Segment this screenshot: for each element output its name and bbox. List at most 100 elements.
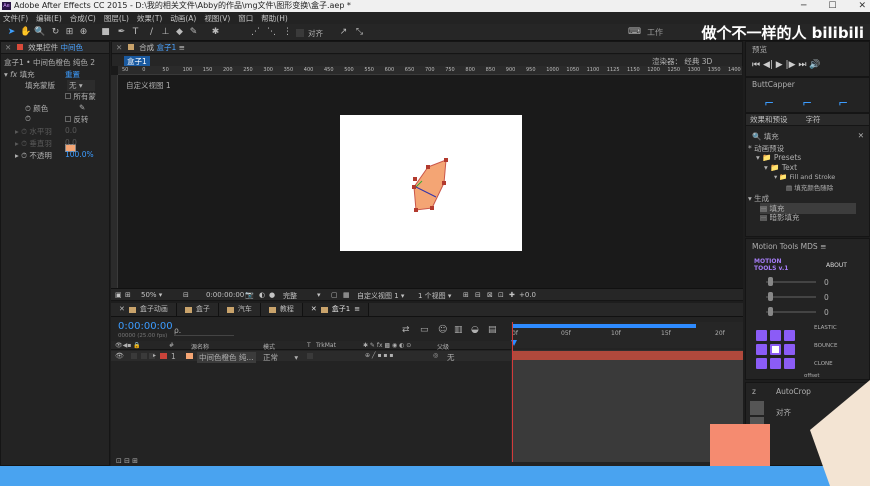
vertex-handle[interactable]: [414, 208, 418, 212]
grid-icon[interactable]: ⊞: [125, 291, 131, 299]
layer-name[interactable]: 中间色橙色 纯...: [197, 352, 256, 363]
slider-track-1[interactable]: [766, 281, 816, 283]
composition-tab[interactable]: ✕ 合成 盒子1 ≡: [112, 42, 742, 54]
snap-feather-icon[interactable]: ⤡: [354, 27, 365, 38]
effect-header[interactable]: ▾ fx 填充: [4, 69, 35, 80]
layer-switches[interactable]: ⊕ ╱ ▪ ▪ ▪: [365, 352, 393, 359]
vertex-handle[interactable]: [426, 165, 430, 169]
effects-search-input[interactable]: 🔍 填充 ✕: [752, 131, 864, 142]
fill-mask-dropdown[interactable]: 无 ▾: [67, 80, 95, 91]
rotate-tool-icon[interactable]: ↻: [50, 27, 61, 38]
tree-text[interactable]: ▾ 📁 Text: [764, 163, 797, 172]
blend-mode-dropdown[interactable]: 正常 ▾: [263, 352, 298, 363]
pen-tool-icon[interactable]: ✒: [116, 27, 127, 38]
about-button[interactable]: ABOUT: [826, 262, 847, 269]
clone-stamp-tool-icon[interactable]: ⊥: [160, 27, 171, 38]
menu-window[interactable]: 窗口: [238, 13, 253, 24]
stopwatch-icon[interactable]: ⏱: [25, 104, 31, 113]
local-axis-icon[interactable]: ⋰: [250, 27, 261, 38]
anchor-center[interactable]: [770, 344, 781, 355]
preserve-transparency-toggle[interactable]: [307, 353, 313, 359]
brush-tool-icon[interactable]: ∕: [146, 27, 157, 38]
playhead-line[interactable]: [512, 322, 513, 462]
snapshot-icon[interactable]: 📷: [245, 291, 254, 299]
camera-tool-icon[interactable]: ⊞: [64, 27, 75, 38]
composition-canvas[interactable]: [340, 115, 522, 251]
frame-blending-icon[interactable]: ▥: [454, 325, 463, 335]
vertex-handle[interactable]: [412, 185, 416, 189]
region-icon[interactable]: ▢: [331, 291, 338, 299]
menu-composition[interactable]: 合成(C): [70, 13, 96, 24]
round-cap-icon[interactable]: ⌐: [802, 96, 812, 110]
exposure-icon[interactable]: ✚: [509, 291, 515, 299]
comp-mini-flowchart-icon[interactable]: ⇄: [402, 325, 410, 335]
slider-track-2[interactable]: [766, 296, 816, 298]
shy-icon[interactable]: ☺: [438, 325, 447, 335]
hand-tool-icon[interactable]: ✋: [20, 27, 31, 38]
flowchart-icon[interactable]: ⊠: [487, 291, 493, 299]
opacity-value[interactable]: 100.0%: [65, 150, 94, 159]
zoom-dropdown[interactable]: 50% ▾: [141, 291, 162, 299]
solo-toggle[interactable]: [141, 353, 147, 359]
close-icon[interactable]: ✕: [858, 0, 866, 12]
fast-preview-icon[interactable]: ⊟: [475, 291, 481, 299]
tree-fill-color-erase[interactable]: ▤ 填充颜色随除: [786, 182, 833, 192]
reset-link[interactable]: 重置: [65, 69, 80, 80]
h-feather-row[interactable]: ▸ ⏱ 水平羽: [15, 126, 52, 137]
character-tab[interactable]: 字符: [806, 114, 821, 125]
anchor-bottom-right[interactable]: [784, 358, 795, 369]
toggle-preview-icon[interactable]: ▣: [115, 291, 122, 299]
anchor-left[interactable]: [756, 344, 767, 355]
snap-options-icon[interactable]: ↗: [338, 27, 349, 38]
menu-edit[interactable]: 编辑(E): [36, 13, 62, 24]
timecode-display[interactable]: 0:00:00:00: [206, 291, 244, 299]
anchor-bottom-left[interactable]: [756, 358, 767, 369]
tab-box[interactable]: 盒子: [177, 303, 219, 316]
time-ruler[interactable]: 0f 05f 10f 15f 20f: [511, 322, 743, 348]
quality-dropdown[interactable]: 完整: [283, 291, 297, 301]
show-snapshot-icon[interactable]: ◐: [259, 291, 265, 299]
layer-duration-bar[interactable]: [513, 351, 743, 360]
maximize-icon[interactable]: ☐: [828, 0, 836, 12]
menu-file[interactable]: 文件(F): [3, 13, 28, 24]
anchor-top-right[interactable]: [784, 330, 795, 341]
preview-tab[interactable]: 预览: [752, 44, 767, 55]
menu-view[interactable]: 视图(V): [204, 13, 230, 24]
minimize-icon[interactable]: ─: [801, 0, 806, 12]
tab-tutorial[interactable]: 教程: [261, 303, 303, 316]
square-cap-icon[interactable]: ⌐: [838, 96, 848, 110]
parent-pickwhip-icon[interactable]: ◎: [433, 352, 438, 359]
keyboard-icon[interactable]: ⌨: [628, 27, 641, 38]
crop-tool-icon[interactable]: [750, 401, 764, 415]
all-masks-checkbox[interactable]: 所有蒙: [65, 91, 96, 102]
effect-controls-tab[interactable]: ✕ 效果控件 中间色: [1, 42, 109, 54]
draft-3d-timeline-icon[interactable]: ▭: [420, 325, 429, 335]
vertex-handle[interactable]: [430, 206, 434, 210]
elastic-button[interactable]: ELASTIC: [814, 325, 837, 331]
layer-row[interactable]: 👁 ▸ 1 中间色橙色 纯... 正常 ▾ ⊕ ╱ ▪ ▪ ▪ ◎ 无: [111, 351, 511, 363]
menu-animation[interactable]: 动画(A): [170, 13, 196, 24]
invert-checkbox[interactable]: 反转: [65, 114, 88, 125]
playback-controls[interactable]: ⏮ ◀| ▶ |▶ ⏭ 🔊: [752, 60, 821, 70]
transparency-grid-icon[interactable]: ▦: [343, 291, 350, 299]
workspace-label[interactable]: 工作: [647, 27, 663, 38]
timeline-timecode[interactable]: 0:00:00:00: [118, 321, 173, 332]
tab-box-animation[interactable]: ✕ 盒子动画: [111, 303, 177, 316]
rectangle-tool-icon[interactable]: ■: [100, 27, 111, 38]
quality-chevron-icon[interactable]: ▾: [317, 291, 321, 299]
clone-button[interactable]: CLONE: [814, 361, 833, 367]
vertex-handle[interactable]: [413, 177, 417, 181]
close-tab-icon[interactable]: ✕: [116, 43, 122, 52]
anchor-top[interactable]: [770, 330, 781, 341]
buttcapper-tab[interactable]: ButtCapper: [752, 80, 795, 89]
slider-thumb-3[interactable]: [768, 307, 773, 316]
tab-box1[interactable]: ✕ 盒子1 ≡: [302, 303, 370, 316]
anchor-top-left[interactable]: [756, 330, 767, 341]
eyedropper-icon[interactable]: ✎: [79, 103, 85, 112]
slider-track-3[interactable]: [766, 311, 816, 313]
timeline-search-input[interactable]: ρ.: [174, 326, 234, 336]
selection-tool-icon[interactable]: ➤: [6, 27, 17, 38]
invert-stopwatch-icon[interactable]: ⏱: [25, 114, 31, 124]
visibility-eye-icon[interactable]: 👁: [115, 352, 124, 360]
timeline-icon[interactable]: ⊡: [498, 291, 504, 299]
